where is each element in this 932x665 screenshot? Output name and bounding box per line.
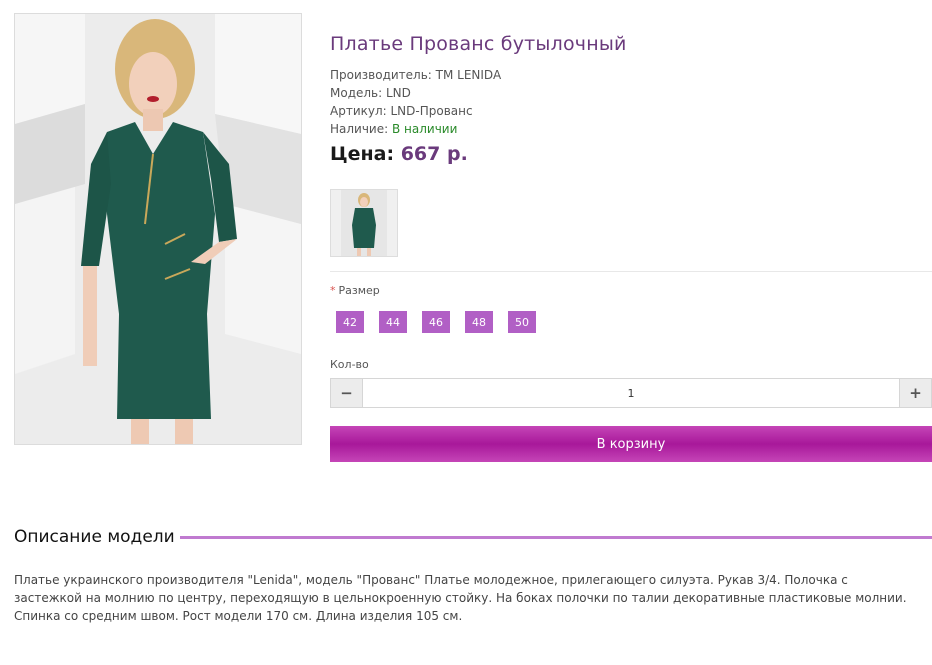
quantity-increase-button[interactable]: + <box>899 379 931 407</box>
minus-icon: − <box>340 384 353 402</box>
price: Цена: 667 р. <box>330 143 468 165</box>
model: Модель: LND <box>330 86 411 100</box>
size-option-48[interactable]: 48 <box>465 311 493 333</box>
quantity-input[interactable]: 1 <box>363 379 899 407</box>
product-thumbnail[interactable] <box>330 189 398 257</box>
manufacturer: Производитель: ТМ LENIDA <box>330 68 502 82</box>
add-to-cart-button[interactable]: В корзину <box>330 426 932 462</box>
description-title-line <box>180 536 932 539</box>
plus-icon: + <box>909 384 922 402</box>
size-label-text: Размер <box>338 284 380 297</box>
size-option-50[interactable]: 50 <box>508 311 536 333</box>
quantity-decrease-button[interactable]: − <box>331 379 363 407</box>
availability: Наличие: В наличии <box>330 120 501 138</box>
availability-status: В наличии <box>392 122 458 136</box>
description-text: Платье украинского производителя "Lenida… <box>14 573 907 623</box>
quantity-label: Кол-во <box>330 358 369 371</box>
product-meta: Производитель: ТМ LENIDA Модель: LND Арт… <box>330 66 501 138</box>
price-label: Цена: <box>330 143 395 165</box>
size-options: 42 44 46 48 50 <box>336 311 536 333</box>
availability-label: Наличие: <box>330 122 389 136</box>
quantity-stepper: − 1 + <box>330 378 932 408</box>
options-divider <box>330 271 932 272</box>
required-mark: * <box>330 284 336 297</box>
size-option-42[interactable]: 42 <box>336 311 364 333</box>
size-option-44[interactable]: 44 <box>379 311 407 333</box>
price-value: 667 р. <box>400 143 468 165</box>
size-label: * Размер <box>330 284 380 297</box>
product-main-image[interactable] <box>14 13 302 445</box>
sku: Артикул: LND-Прованс <box>330 104 473 118</box>
product-title: Платье Прованс бутылочный <box>330 33 627 55</box>
description-title: Описание модели <box>14 527 175 547</box>
size-option-46[interactable]: 46 <box>422 311 450 333</box>
